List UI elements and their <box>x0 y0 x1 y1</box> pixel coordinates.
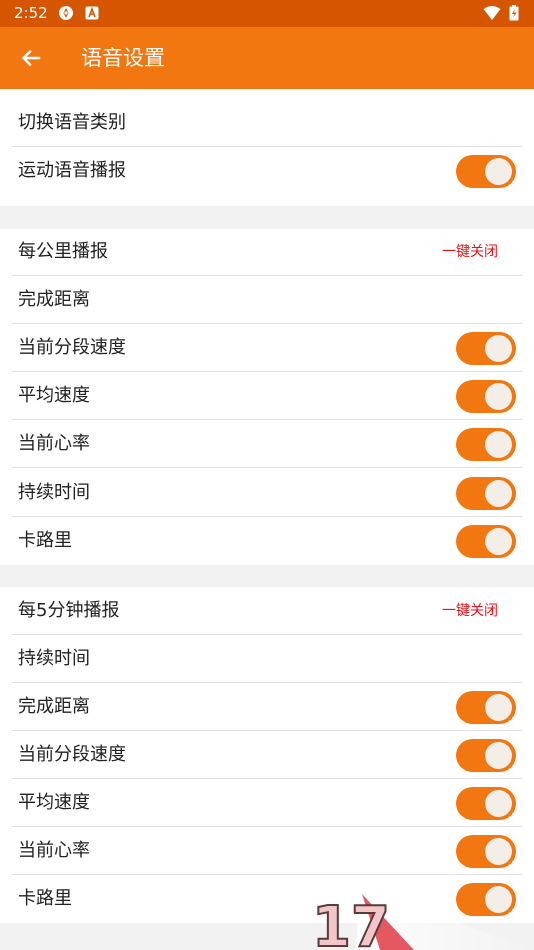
setting-toggle[interactable] <box>456 525 516 558</box>
status-bar: 2:52 <box>0 0 534 27</box>
toggle-knob <box>485 158 512 185</box>
toggle-knob <box>485 383 512 410</box>
disable-all-button[interactable]: 一键关闭 <box>442 243 498 261</box>
row-label: 平均速度 <box>18 385 90 406</box>
toggle-knob <box>485 480 512 507</box>
app-notification-icon <box>85 6 99 20</box>
toggle-knob <box>485 790 512 817</box>
setting-toggle[interactable] <box>456 739 516 772</box>
setting-toggle[interactable] <box>456 332 516 365</box>
section-header-label: 每5分钟播报 <box>18 600 120 621</box>
section-header-label: 每公里播报 <box>18 241 108 262</box>
setting-toggle[interactable] <box>456 835 516 868</box>
row-label: 当前心率 <box>18 840 90 861</box>
setting-row[interactable]: 持续时间 <box>0 635 534 683</box>
setting-row: 当前心率 <box>0 827 534 875</box>
row-label: 卡路里 <box>18 888 72 909</box>
setting-row: 平均速度 <box>0 779 534 827</box>
row-label: 切换语音类别 <box>18 112 126 133</box>
per-km-broadcast-section: 每公里播报 一键关闭 完成距离 当前分段速度 平均速度 当前心率 持续时间 卡路… <box>0 229 534 565</box>
setting-row: 当前分段速度 <box>0 324 534 372</box>
section-header: 每公里播报 一键关闭 <box>0 228 534 276</box>
setting-toggle[interactable] <box>456 787 516 820</box>
setting-row: 完成距离 <box>0 683 534 731</box>
row-label: 当前分段速度 <box>18 337 126 358</box>
setting-row[interactable]: 完成距离 <box>0 276 534 324</box>
row-label: 当前分段速度 <box>18 744 126 765</box>
page-title: 语音设置 <box>81 46 165 70</box>
sync-icon <box>59 6 73 20</box>
row-label: 运动语音播报 <box>18 160 126 181</box>
switch-voice-type-row[interactable]: 切换语音类别 <box>0 99 534 147</box>
setting-toggle[interactable] <box>456 691 516 724</box>
toggle-knob <box>485 335 512 362</box>
divider <box>12 467 522 468</box>
toggle-knob <box>485 694 512 721</box>
row-label: 当前心率 <box>18 433 90 454</box>
section-header: 每5分钟播报 一键关闭 <box>0 587 534 635</box>
setting-row: 卡路里 <box>0 517 534 565</box>
voice-settings-section: 切换语音类别 运动语音播报 <box>0 89 534 206</box>
per-5min-broadcast-section: 每5分钟播报 一键关闭 持续时间 完成距离 当前分段速度 平均速度 当前心率 卡… <box>0 587 534 923</box>
setting-row: 当前分段速度 <box>0 731 534 779</box>
row-label: 完成距离 <box>18 289 90 310</box>
disable-all-button[interactable]: 一键关闭 <box>442 602 498 620</box>
setting-toggle[interactable] <box>456 380 516 413</box>
battery-icon <box>509 5 519 21</box>
row-label: 卡路里 <box>18 530 72 551</box>
svg-text:17: 17 <box>312 895 390 950</box>
sport-voice-broadcast-row: 运动语音播报 <box>0 147 534 195</box>
sport-voice-broadcast-toggle[interactable] <box>456 155 516 188</box>
app-bar: 语音设置 <box>0 27 534 89</box>
wifi-icon <box>483 6 501 20</box>
back-arrow-icon[interactable] <box>18 45 44 71</box>
setting-toggle[interactable] <box>456 428 516 461</box>
row-label: 完成距离 <box>18 696 90 717</box>
row-label: 平均速度 <box>18 792 90 813</box>
setting-row: 平均速度 <box>0 372 534 420</box>
toggle-knob <box>485 742 512 769</box>
setting-row: 当前心率 <box>0 420 534 468</box>
toggle-knob <box>485 528 512 555</box>
row-label: 持续时间 <box>18 648 90 669</box>
toggle-knob <box>485 431 512 458</box>
setting-row: 持续时间 <box>0 469 534 517</box>
status-time: 2:52 <box>14 4 48 22</box>
toggle-knob <box>485 838 512 865</box>
setting-toggle[interactable] <box>456 477 516 510</box>
watermark-logo: 17 <box>311 888 534 950</box>
row-label: 持续时间 <box>18 482 90 503</box>
